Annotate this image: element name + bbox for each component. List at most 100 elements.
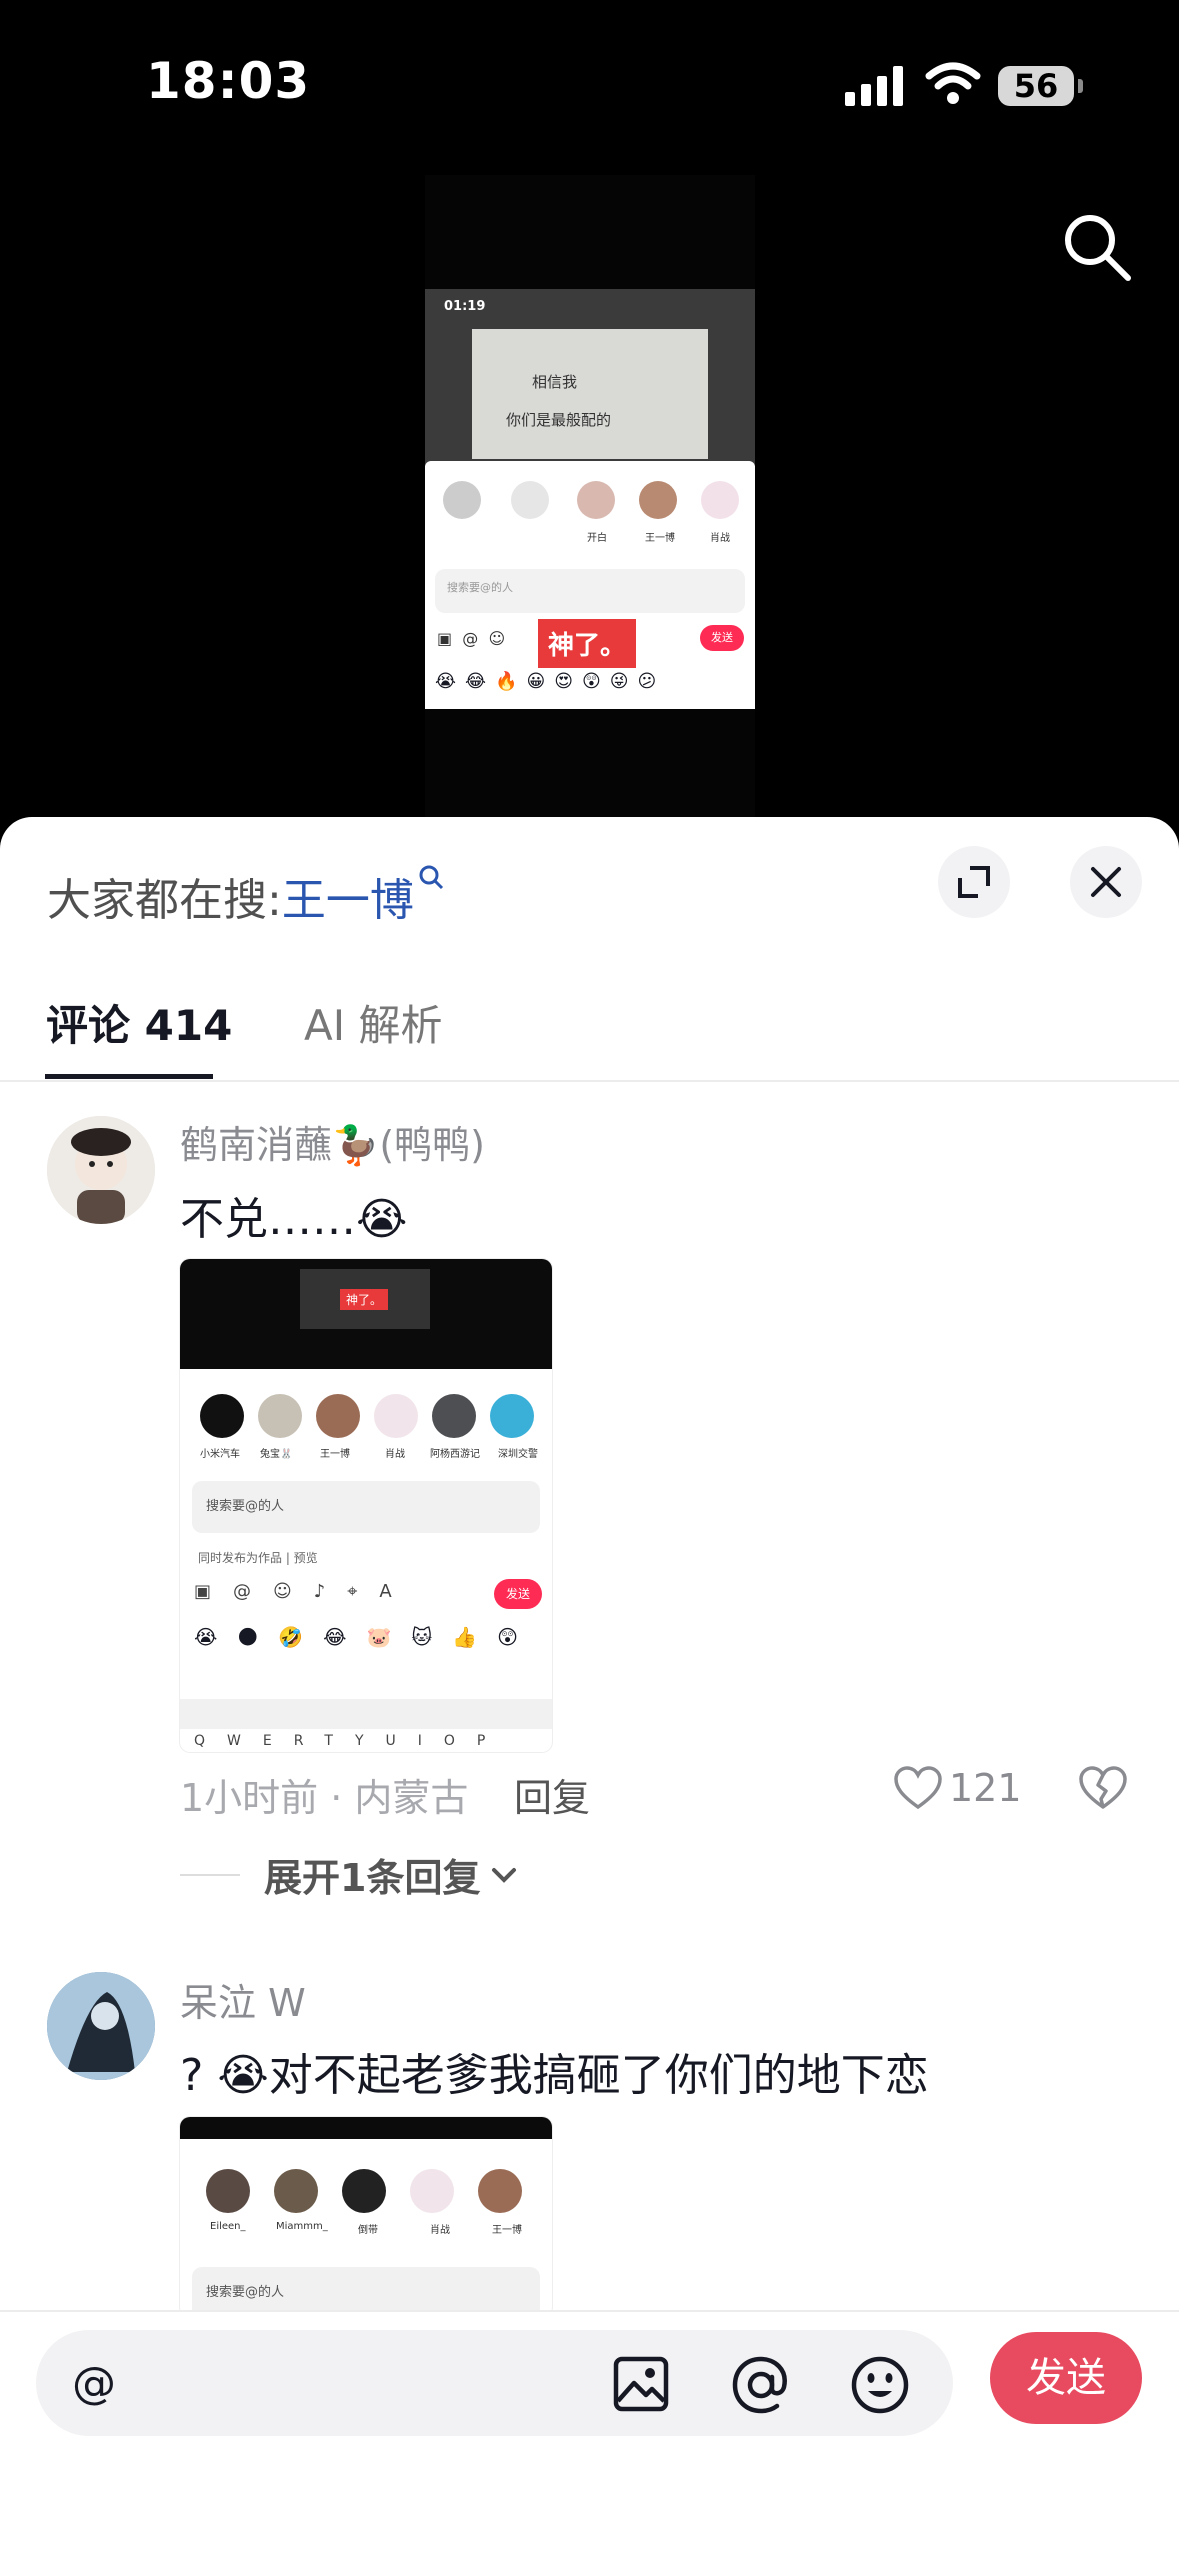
battery-indicator: 56 [998, 66, 1074, 106]
emoji-icon[interactable] [850, 2355, 910, 2415]
avatar [410, 2169, 454, 2213]
status-bar: 18:03 56 [0, 0, 1179, 175]
mini-avatar-label: 阿杨西游记 [430, 1449, 480, 1460]
status-time: 18:03 [146, 52, 311, 110]
avatar [490, 1394, 534, 1438]
mini-avatar-label: 王一博 [320, 1449, 350, 1460]
avatar[interactable] [47, 1972, 155, 2080]
tab-ai-analysis[interactable]: AI 解析 [304, 992, 442, 1053]
avatar [577, 481, 615, 519]
mini-avatar-row [206, 2169, 536, 2213]
cellular-signal-icon [845, 66, 903, 106]
comment-image[interactable]: 神了。 小米汽车 兔宝🐰 王一博 肖战 阿杨西游记 深圳交警 搜索要@的人 同时… [180, 1259, 552, 1752]
avatar [639, 481, 677, 519]
mini-keyboard-toolbar [180, 1699, 552, 1729]
trending-search-hint[interactable]: 大家都在搜:王一博 [47, 864, 446, 928]
avatar [432, 1394, 476, 1438]
active-tab-indicator [45, 1074, 213, 1079]
avatar [511, 481, 549, 519]
comment-text: 不兑……😭 [180, 1194, 408, 1245]
expand-replies-label: 展开1条回复 [264, 1856, 481, 1900]
heart-icon [894, 1766, 942, 1810]
divider [0, 1080, 1179, 1082]
comment-image[interactable]: Eileen_ Miammm_ 倒带 肖战 王一博 搜索要@的人 [180, 2117, 552, 2317]
comment-sheet: 大家都在搜:王一博 评论 414 AI 解析 鹤南消蘸🦆(鸭鸭) 不兑……😭 神… [0, 817, 1179, 2556]
mini-caption: 神了。 [340, 1289, 389, 1310]
avatar [316, 1394, 360, 1438]
battery-level: 56 [1013, 67, 1059, 105]
like-button[interactable]: 121 [893, 1765, 1022, 1811]
mini-avatar-label: 王一博 [492, 2225, 522, 2236]
wifi-icon [925, 62, 981, 104]
mini-avatar-label: 倒带 [358, 2225, 378, 2236]
avatar [701, 481, 739, 519]
avatar [200, 1394, 244, 1438]
divider [180, 1873, 240, 1876]
avatar-image [47, 1972, 155, 2080]
video-caption: 神了。 [538, 619, 637, 668]
mini-checkbox-label: 同时发布为作品 | 预览 [198, 1551, 318, 1565]
comment-meta: 1小时前 · 内蒙古 [180, 1776, 469, 1820]
like-count: 121 [949, 1766, 1022, 1810]
emoji-row: 😭😂🔥😀😍😲😜😕 [435, 671, 666, 692]
mini-video-area: 神了。 [180, 1259, 552, 1369]
comment-text: ? 😭对不起老爹我搞砸了你们的地下恋 [180, 2050, 929, 2101]
mini-avatar-label: 兔宝🐰 [260, 1449, 293, 1460]
battery-tip [1078, 79, 1083, 93]
video-status-time: 01:19 [444, 299, 486, 314]
avatar-image [47, 1116, 155, 1224]
image-icon[interactable] [612, 2355, 670, 2413]
fullscreen-button[interactable] [938, 846, 1010, 918]
notebook-line-1: 相信我 [532, 373, 578, 391]
avatar-label: 肖战 [710, 533, 730, 544]
mini-emoji-row: 😭🌑🤣😂🐷🐱👍😲 [194, 1625, 538, 1649]
avatar [274, 2169, 318, 2213]
chevron-down-icon [492, 1867, 517, 1883]
reply-button[interactable]: 回复 [514, 1767, 590, 1822]
video-preview[interactable]: 01:19 相信我 你们是最般配的 开白 王一博 肖战 搜索要@的人 ▣ @ ☺… [425, 175, 755, 817]
mention-send-button: 发送 [700, 625, 744, 651]
close-button[interactable] [1070, 846, 1142, 918]
notebook-photo: 相信我 你们是最般配的 [472, 329, 708, 459]
avatar-label: 王一博 [645, 533, 675, 544]
mini-keyboard-row: QWERTYUIOP [194, 1733, 508, 1749]
send-button[interactable]: 发送 [990, 2332, 1142, 2424]
mini-toolbar: ▣@☺♪⌖A [194, 1581, 414, 1602]
notebook-line-2: 你们是最般配的 [506, 411, 612, 429]
mini-avatar-label: Eileen_ [210, 2221, 246, 2232]
mini-video-area [180, 2117, 552, 2139]
expand-replies-button[interactable]: 展开1条回复 [180, 1847, 520, 1902]
comment-author[interactable]: 呆泣 W [180, 1972, 306, 2027]
tab-comments[interactable]: 评论 414 [46, 992, 232, 1053]
search-icon[interactable] [1060, 210, 1134, 284]
mini-avatar-row [200, 1394, 548, 1438]
comment-input-value: @ [72, 2358, 116, 2409]
mini-avatar-label: 肖战 [430, 2225, 450, 2236]
comment-input-bar: @ 发送 [0, 2310, 1179, 2556]
mini-avatar-label: 深圳交警 [498, 1449, 538, 1460]
mention-panel: 开白 王一博 肖战 搜索要@的人 ▣ @ ☺ 发送 😭😂🔥😀😍😲😜😕 [425, 461, 755, 709]
mention-toolbar: ▣ @ ☺ [437, 629, 506, 648]
small-search-icon [419, 865, 443, 890]
at-mention-icon[interactable] [730, 2355, 792, 2415]
avatar [443, 481, 481, 519]
avatar [478, 2169, 522, 2213]
expand-icon [958, 866, 990, 898]
close-icon [1091, 867, 1121, 897]
avatar-label: 开白 [587, 533, 607, 544]
comment-input[interactable]: @ [36, 2330, 953, 2436]
broken-heart-icon[interactable] [1078, 1765, 1128, 1811]
avatar [258, 1394, 302, 1438]
trending-search-prefix: 大家都在搜: [47, 875, 282, 926]
trending-search-keyword[interactable]: 王一博 [282, 875, 414, 926]
mini-avatar-label: 肖战 [385, 1449, 405, 1460]
mini-avatar-label: Miammm_ [276, 2221, 328, 2232]
mini-search-input: 搜索要@的人 [192, 1481, 540, 1533]
avatar [206, 2169, 250, 2213]
avatar[interactable] [47, 1116, 155, 1224]
mini-avatar-label: 小米汽车 [200, 1449, 240, 1460]
avatar [374, 1394, 418, 1438]
comment-author[interactable]: 鹤南消蘸🦆(鸭鸭) [180, 1114, 485, 1169]
video-screenshot: 01:19 相信我 你们是最般配的 开白 王一博 肖战 搜索要@的人 ▣ @ ☺… [425, 289, 755, 709]
mention-search-input: 搜索要@的人 [435, 569, 745, 613]
